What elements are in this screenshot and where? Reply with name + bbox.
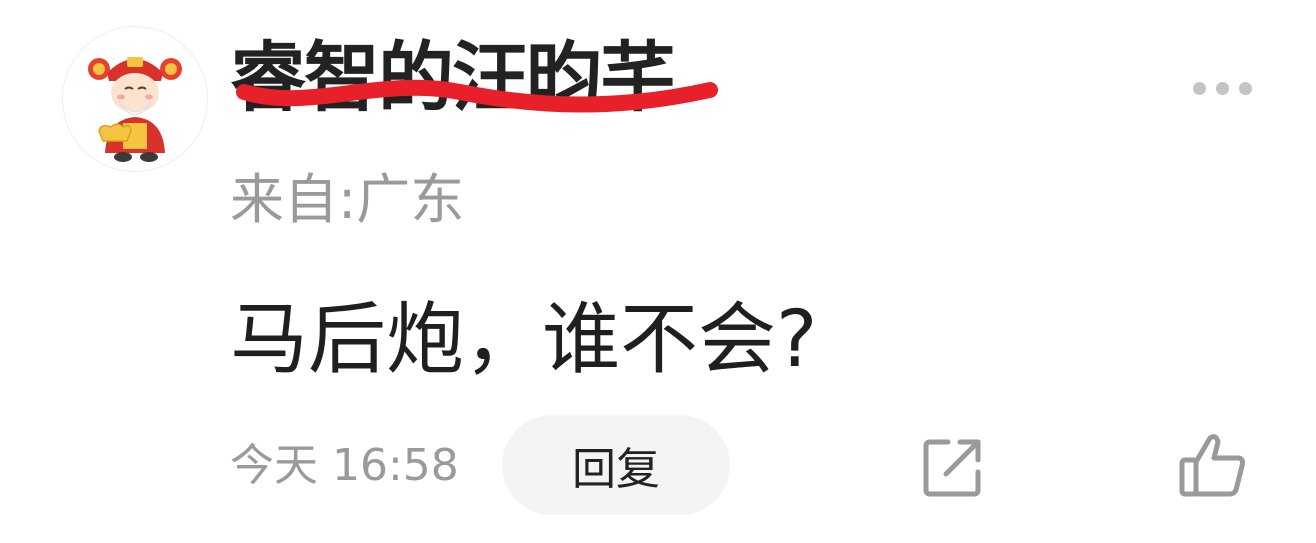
timestamp: 今天 16:58 (230, 440, 459, 491)
avatar[interactable] (62, 26, 208, 172)
more-dots-icon (1215, 81, 1229, 95)
more-options-button[interactable] (1184, 70, 1260, 106)
share-button[interactable] (918, 432, 988, 502)
username-container[interactable]: 睿智的汪昀芊 (230, 28, 790, 138)
comment-item: 睿智的汪昀芊 来自:广东 马后炮，谁不会? 今天 16:58 回复 (0, 0, 1316, 543)
caishen-avatar-icon (88, 57, 182, 162)
location-label: 来自:广东 (230, 168, 465, 231)
more-dots-icon (1238, 81, 1252, 95)
comment-text: 马后炮，谁不会? (230, 295, 818, 385)
like-button[interactable] (1176, 430, 1250, 502)
share-icon (923, 439, 981, 497)
username[interactable]: 睿智的汪昀芊 (230, 28, 790, 128)
thumbs-up-icon (1179, 434, 1245, 497)
reply-button[interactable]: 回复 (502, 415, 730, 515)
more-dots-icon (1192, 81, 1206, 95)
